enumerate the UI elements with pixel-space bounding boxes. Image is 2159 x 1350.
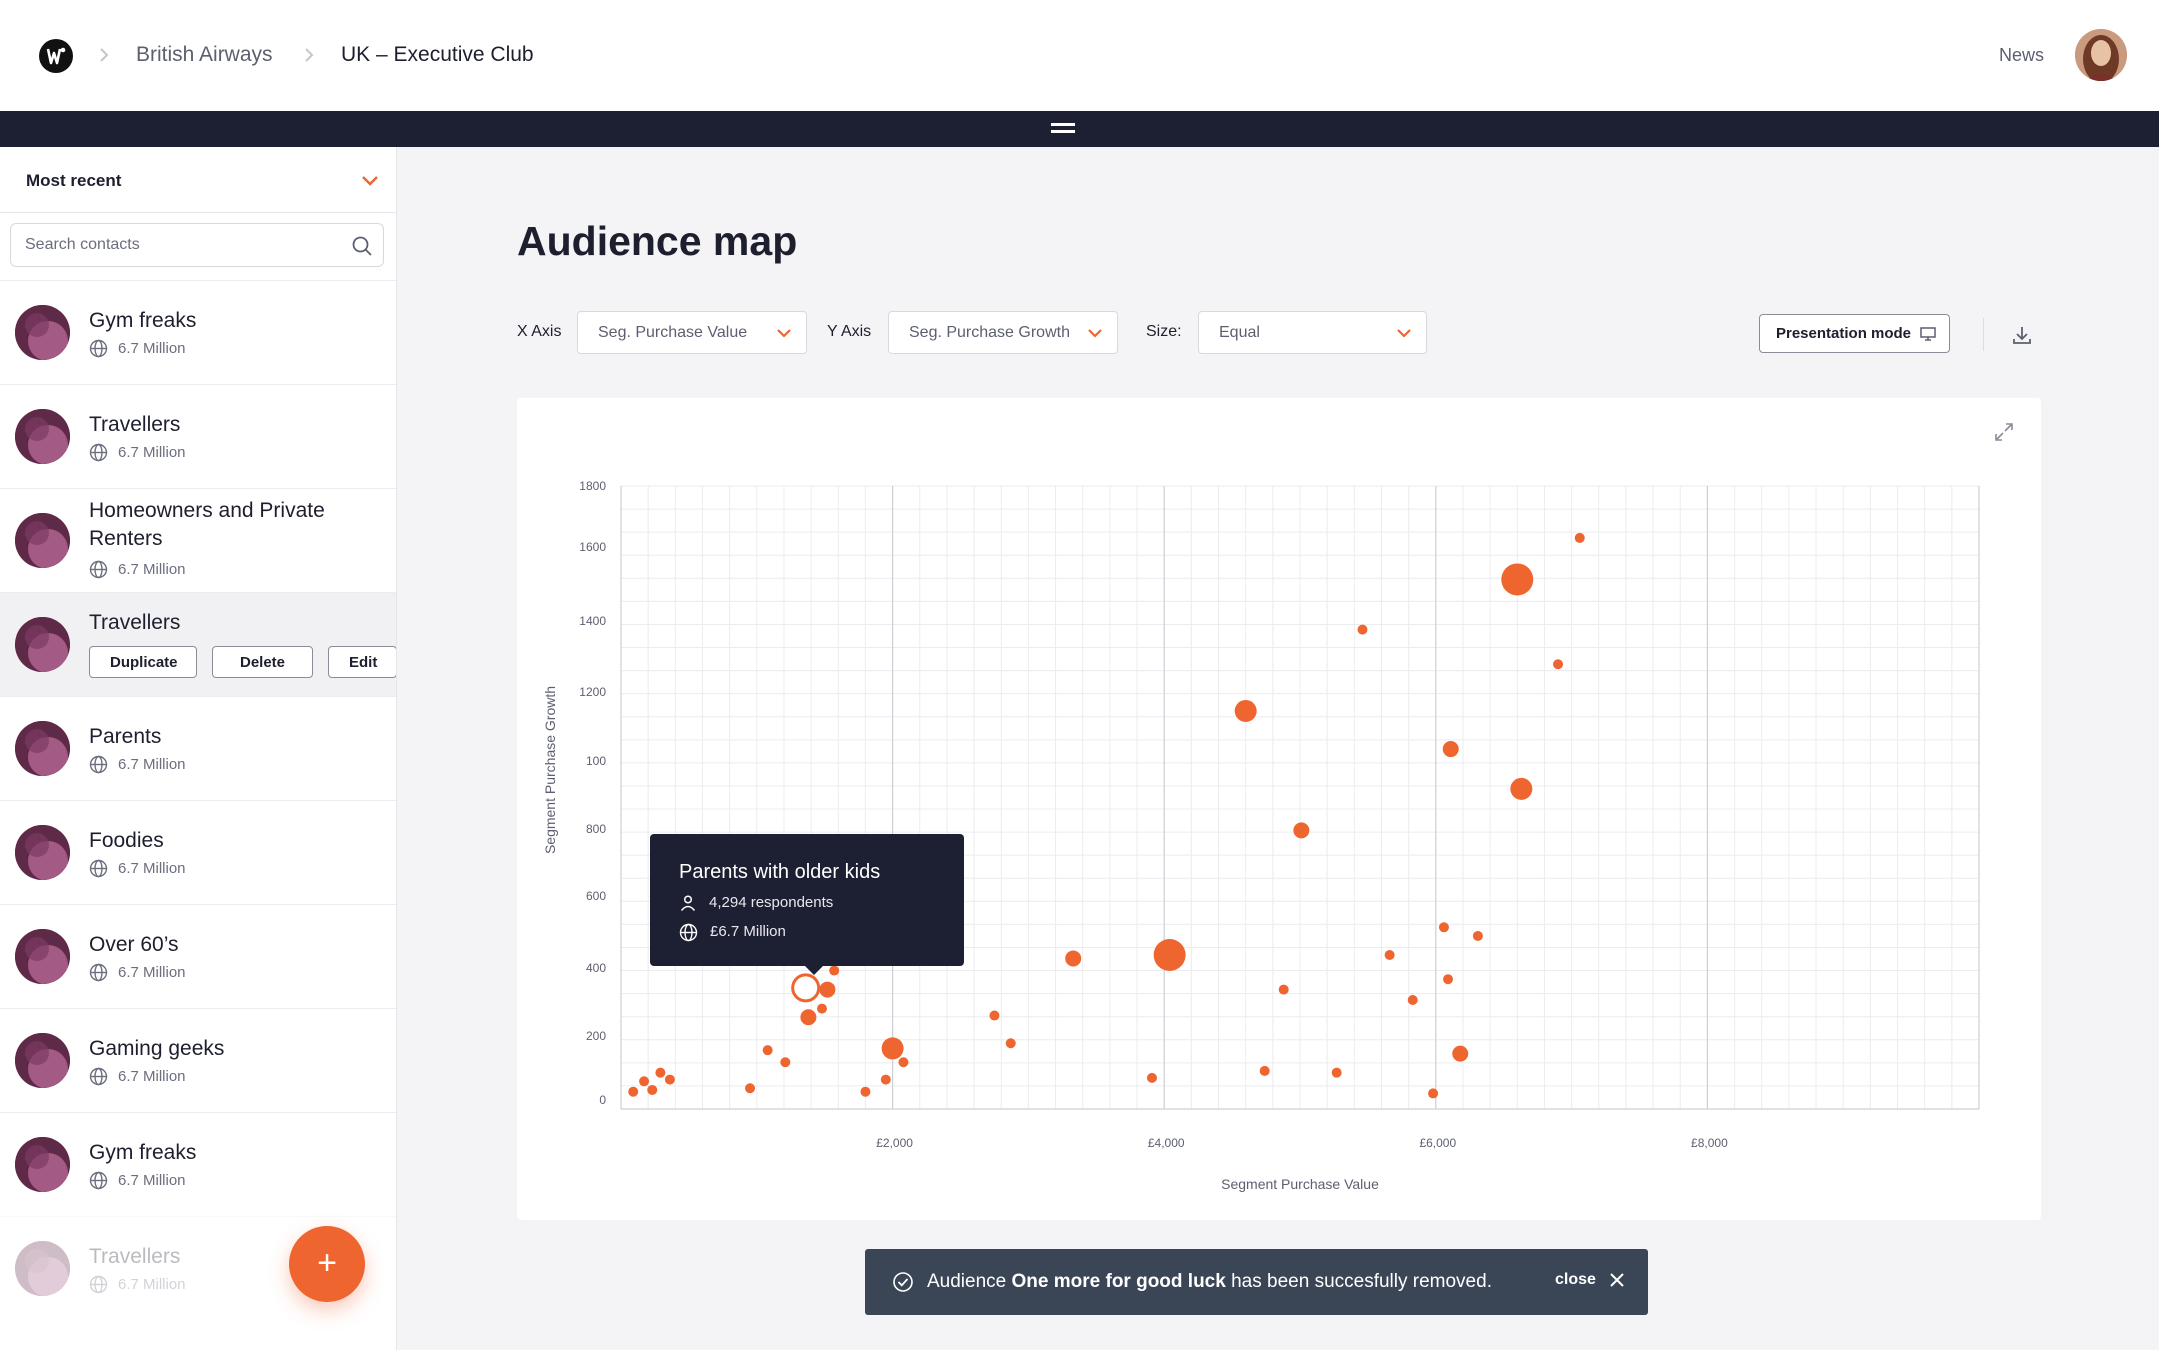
- y-tick-label: 100: [586, 754, 606, 768]
- y-tick-label: 1200: [579, 685, 606, 699]
- toast-suffix: has been succesfully removed.: [1231, 1271, 1492, 1292]
- audience-scatter-chart: 0 200 400 600 800 100 1200 1400 1600 1800 £2,000 £4…: [542, 479, 1980, 1192]
- data-point[interactable]: [898, 1057, 909, 1068]
- data-point[interactable]: [1153, 938, 1186, 971]
- data-point[interactable]: [745, 1083, 756, 1094]
- data-point[interactable]: [1501, 563, 1534, 596]
- data-point[interactable]: [647, 1084, 658, 1095]
- data-point[interactable]: [762, 1045, 773, 1056]
- y-tick-label: 600: [586, 889, 606, 903]
- data-point[interactable]: [1574, 532, 1585, 543]
- x-tick-label: £8,000: [1691, 1136, 1728, 1150]
- data-point[interactable]: [1438, 922, 1449, 933]
- data-point[interactable]: [780, 1057, 791, 1068]
- data-point[interactable]: [1443, 974, 1454, 985]
- data-point[interactable]: [1259, 1065, 1270, 1076]
- tooltip-respondents: 4,294 respondents: [709, 894, 834, 911]
- data-point[interactable]: [1278, 984, 1289, 995]
- tooltip-value-row: £6.7 Million: [679, 922, 786, 942]
- y-tick-label: 0: [599, 1093, 606, 1107]
- x-axis-title: Segment Purchase Value: [1221, 1176, 1379, 1192]
- toast-prefix: Audience: [927, 1271, 1007, 1292]
- data-point[interactable]: [1553, 659, 1564, 670]
- data-point[interactable]: [816, 1003, 827, 1014]
- toast-close-label: close: [1555, 1271, 1596, 1288]
- data-point[interactable]: [1452, 1045, 1469, 1062]
- y-tick-label: 1400: [579, 614, 606, 628]
- data-point[interactable]: [1234, 699, 1257, 722]
- success-toast: Audience One more for good luck has been…: [865, 1249, 1648, 1315]
- data-point[interactable]: [628, 1086, 639, 1097]
- data-point[interactable]: [1146, 1072, 1157, 1083]
- data-point[interactable]: [664, 1074, 675, 1085]
- toast-audience-name: One more for good luck: [1011, 1271, 1226, 1292]
- data-point[interactable]: [989, 1010, 1000, 1021]
- toast-close-button[interactable]: close: [1555, 1271, 1626, 1289]
- data-point[interactable]: [829, 965, 840, 976]
- point-tooltip: Parents with older kids 4,294 respondent…: [650, 834, 964, 975]
- y-tick-label: 800: [586, 822, 606, 836]
- globe-icon: [679, 923, 698, 941]
- x-tick-label: £2,000: [876, 1136, 913, 1150]
- y-tick-label: 1600: [579, 540, 606, 554]
- data-point[interactable]: [639, 1076, 650, 1087]
- data-point[interactable]: [1384, 949, 1395, 960]
- tooltip-title: Parents with older kids: [679, 861, 881, 883]
- y-tick-label: 200: [586, 1029, 606, 1043]
- data-point-selected[interactable]: [791, 973, 821, 1003]
- data-point[interactable]: [880, 1074, 891, 1085]
- data-point[interactable]: [819, 981, 836, 998]
- data-point[interactable]: [1293, 822, 1310, 839]
- data-point[interactable]: [860, 1086, 871, 1097]
- y-tick-label: 400: [586, 961, 606, 975]
- data-point[interactable]: [1065, 950, 1082, 967]
- y-axis-title: Segment Purchase Growth: [542, 686, 558, 854]
- x-tick-label: £4,000: [1148, 1136, 1185, 1150]
- close-icon: [1610, 1273, 1624, 1287]
- person-icon: [680, 895, 696, 911]
- tooltip-value: £6.7 Million: [710, 923, 786, 940]
- data-point[interactable]: [1407, 994, 1418, 1005]
- y-tick-label: 1800: [579, 479, 606, 493]
- data-point[interactable]: [1331, 1067, 1342, 1078]
- tooltip-respondents-row: 4,294 respondents: [679, 893, 833, 913]
- data-point[interactable]: [1005, 1038, 1016, 1049]
- data-point[interactable]: [655, 1067, 666, 1078]
- data-point[interactable]: [800, 1009, 817, 1026]
- data-point[interactable]: [1442, 741, 1459, 758]
- check-circle-icon: [893, 1272, 913, 1292]
- data-point[interactable]: [1357, 624, 1368, 635]
- x-tick-label: £6,000: [1419, 1136, 1456, 1150]
- toast-message: Audience One more for good luck has been…: [927, 1270, 1492, 1294]
- data-point[interactable]: [881, 1037, 904, 1060]
- chart-grid: [620, 485, 1980, 1110]
- data-point[interactable]: [1510, 777, 1533, 800]
- data-point[interactable]: [1472, 930, 1483, 941]
- data-point[interactable]: [1428, 1088, 1439, 1099]
